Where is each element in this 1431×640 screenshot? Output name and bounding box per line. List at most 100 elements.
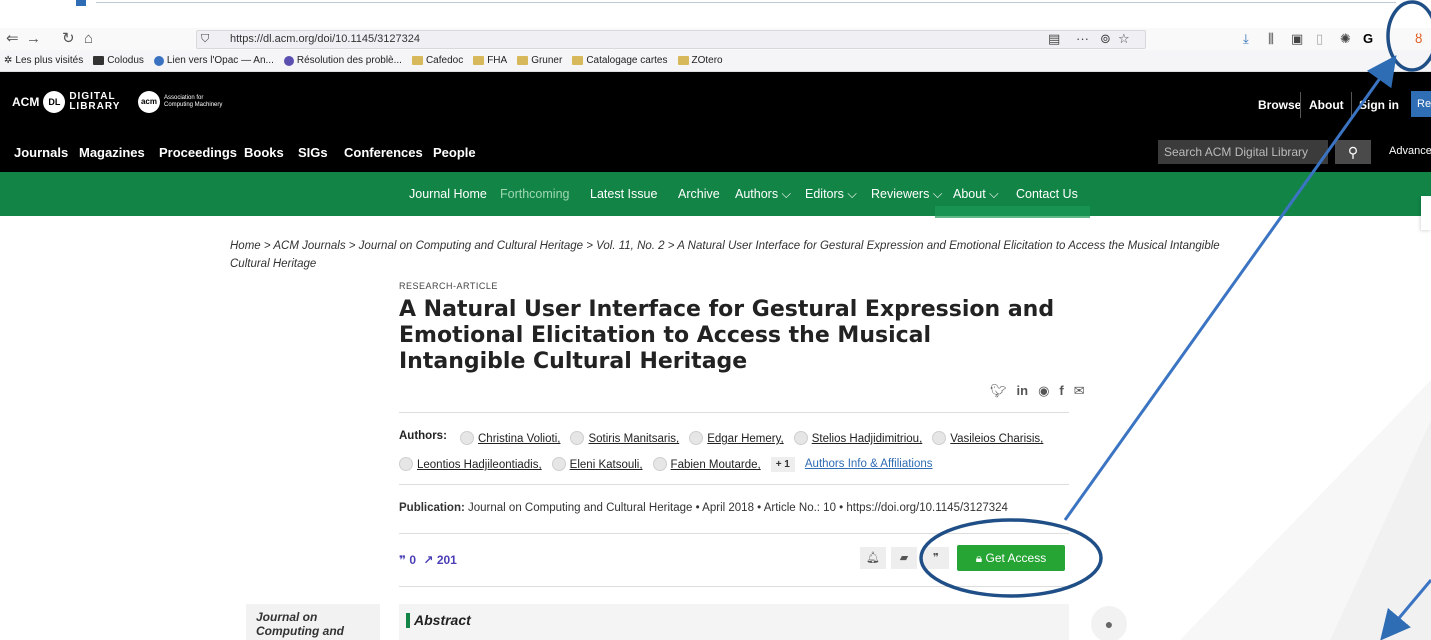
about-menu[interactable]: About ⌵ bbox=[953, 187, 999, 202]
search-input[interactable]: Search ACM Digital Library bbox=[1158, 140, 1328, 164]
nav-magazines[interactable]: Magazines bbox=[79, 145, 145, 160]
cite-button[interactable]: ❞ bbox=[923, 547, 949, 569]
header-divider bbox=[1351, 92, 1352, 118]
author-item[interactable]: Edgar Hemery, bbox=[689, 429, 784, 447]
download-icon[interactable]: ⤓ bbox=[1243, 31, 1249, 47]
advanced-search-link[interactable]: Advanced bbox=[1389, 145, 1431, 157]
acm-circle-icon: acm bbox=[138, 91, 160, 113]
folder-icon bbox=[677, 56, 689, 65]
share-row: 🐦︎ in ◉ f ✉ bbox=[990, 383, 1085, 399]
browse-link[interactable]: Browse bbox=[1258, 98, 1301, 112]
register-button[interactable]: Re bbox=[1411, 91, 1431, 117]
shield-icon: ⛉ bbox=[201, 33, 210, 45]
pocket-icon[interactable]: ⊚ bbox=[1100, 31, 1111, 47]
quote-icon: ❞ bbox=[933, 552, 939, 564]
sidebar-icon[interactable]: ▣ bbox=[1291, 31, 1303, 47]
page-icon[interactable]: ▯ bbox=[1316, 31, 1323, 47]
nav-books[interactable]: Books bbox=[244, 145, 284, 160]
bookmark-item[interactable]: Cafedoc bbox=[411, 55, 463, 66]
folder-plus-icon: ▰ bbox=[899, 552, 909, 564]
avatar-icon bbox=[793, 430, 808, 445]
acm-dl-logo[interactable]: ACM DL DIGITAL LIBRARY bbox=[12, 91, 120, 113]
add-to-binder-button[interactable]: ▰ bbox=[891, 547, 917, 569]
nav-conferences[interactable]: Conferences bbox=[344, 145, 423, 160]
search-icon: ⚲ bbox=[1347, 144, 1359, 160]
folder-icon bbox=[517, 56, 529, 65]
alert-button[interactable]: 🔔︎ bbox=[860, 547, 886, 569]
author-item[interactable]: Fabien Moutarde, bbox=[652, 455, 761, 473]
bookmark-item[interactable]: FHA bbox=[473, 55, 507, 66]
authors-affiliations-link[interactable]: Authors Info & Affiliations bbox=[805, 458, 933, 470]
email-icon[interactable]: ✉ bbox=[1074, 383, 1085, 399]
archive-link[interactable]: Archive bbox=[678, 187, 720, 201]
url-text: https://dl.acm.org/doi/10.1145/3127324 bbox=[230, 33, 420, 45]
authors-menu[interactable]: Authors ⌵ bbox=[735, 187, 791, 202]
author-item[interactable]: Leontios Hadjileontiadis, bbox=[399, 455, 542, 473]
author-item[interactable]: Stelios Hadjidimitriou, bbox=[793, 429, 922, 447]
twitter-icon[interactable]: 🐦︎ bbox=[990, 383, 1007, 399]
back-icon[interactable]: ⇐ bbox=[6, 30, 19, 48]
side-tab[interactable] bbox=[1421, 196, 1431, 230]
bookmark-item[interactable]: Colodus bbox=[93, 55, 144, 66]
bookmark-item[interactable]: Lien vers l'Opac — An... bbox=[153, 55, 274, 66]
bookmark-item[interactable]: Résolution des problè... bbox=[283, 55, 402, 66]
nav-people[interactable]: People bbox=[433, 145, 476, 160]
sign-in-link[interactable]: Sign in bbox=[1359, 98, 1399, 112]
author-item[interactable]: Vasileios Charisis, bbox=[932, 429, 1043, 447]
nav-proceedings[interactable]: Proceedings bbox=[159, 145, 237, 160]
more-authors-badge[interactable]: + 1 bbox=[770, 456, 795, 472]
nav-journals[interactable]: Journals bbox=[14, 145, 68, 160]
abstract-section bbox=[399, 604, 1069, 640]
search-button[interactable]: ⚲ bbox=[1335, 140, 1371, 164]
gear-icon: ✲ bbox=[4, 55, 13, 66]
article-title: A Natural User Interface for Gestural Ex… bbox=[399, 297, 1055, 374]
bell-icon: 🔔︎ bbox=[866, 552, 880, 564]
reload-icon[interactable]: ↻ bbox=[62, 30, 75, 48]
reddit-icon[interactable]: ◉ bbox=[1038, 383, 1049, 399]
author-item[interactable]: Christina Volioti, bbox=[460, 429, 560, 447]
zotero-icon[interactable]: ȣ bbox=[1415, 31, 1422, 47]
bookmark-item[interactable]: ZOtero bbox=[677, 55, 723, 66]
library-icon[interactable]: ⫼ bbox=[1268, 31, 1274, 47]
reviewers-menu[interactable]: Reviewers ⌵ bbox=[871, 187, 942, 202]
bookmarks-bar: ✲ Les plus visités Colodus Lien vers l'Op… bbox=[0, 50, 1431, 72]
nav-sigs[interactable]: SIGs bbox=[298, 145, 328, 160]
bookmark-item[interactable]: Catalogage cartes bbox=[572, 55, 668, 66]
author-item[interactable]: Eleni Katsouli, bbox=[551, 455, 643, 473]
sidebar-journal-name[interactable]: Journal on Computing and Cultural Herita… bbox=[246, 604, 380, 640]
more-icon[interactable]: ··· bbox=[1076, 31, 1089, 47]
linkedin-icon[interactable]: in bbox=[1017, 383, 1029, 399]
abstract-heading: Abstract bbox=[414, 612, 471, 628]
folder-icon bbox=[572, 56, 584, 65]
latest-issue-link[interactable]: Latest Issue bbox=[590, 187, 657, 201]
metrics-row: ❞ 0 ↗ 201 bbox=[399, 553, 457, 567]
bookmark-star-icon[interactable]: ☆ bbox=[1118, 31, 1130, 47]
home-icon[interactable]: ⌂ bbox=[84, 30, 93, 48]
author-item[interactable]: Sotiris Manitsaris, bbox=[570, 429, 679, 447]
extension-g-icon[interactable]: G bbox=[1363, 31, 1373, 47]
bookmark-item[interactable]: Gruner bbox=[517, 55, 562, 66]
forward-icon[interactable]: → bbox=[26, 30, 41, 48]
forthcoming-link[interactable]: Forthcoming bbox=[500, 187, 569, 201]
abstract-marker bbox=[406, 613, 410, 628]
info-icon[interactable]: ● bbox=[1091, 606, 1127, 640]
contact-us-link[interactable]: Contact Us bbox=[1016, 187, 1078, 201]
help-icon bbox=[283, 55, 294, 66]
dl-badge-icon: DL bbox=[43, 91, 66, 113]
editors-menu[interactable]: Editors ⌵ bbox=[805, 187, 857, 202]
avatar-icon bbox=[652, 456, 667, 471]
journal-home-link[interactable]: Journal Home bbox=[409, 187, 487, 201]
about-link[interactable]: About bbox=[1309, 98, 1344, 112]
bookmark-item[interactable]: ✲ Les plus visités bbox=[4, 55, 83, 66]
get-access-button[interactable]: 🔒︎ Get Access bbox=[957, 545, 1065, 571]
citation-icon: ❞ bbox=[399, 553, 407, 567]
strip-line bbox=[96, 2, 1396, 3]
extension-icon[interactable]: ✺ bbox=[1340, 31, 1351, 47]
authors-row-2: Leontios Hadjileontiadis, Eleni Katsouli… bbox=[399, 455, 933, 473]
facebook-icon[interactable]: f bbox=[1059, 383, 1063, 399]
reader-icon[interactable]: ▤ bbox=[1048, 31, 1060, 47]
authors-label: Authors: bbox=[399, 430, 447, 442]
acm-association-logo[interactable]: acm Association for Computing Machinery bbox=[138, 91, 224, 113]
breadcrumb[interactable]: Home > ACM Journals > Journal on Computi… bbox=[230, 237, 1240, 273]
menu-ghost bbox=[935, 206, 1090, 218]
